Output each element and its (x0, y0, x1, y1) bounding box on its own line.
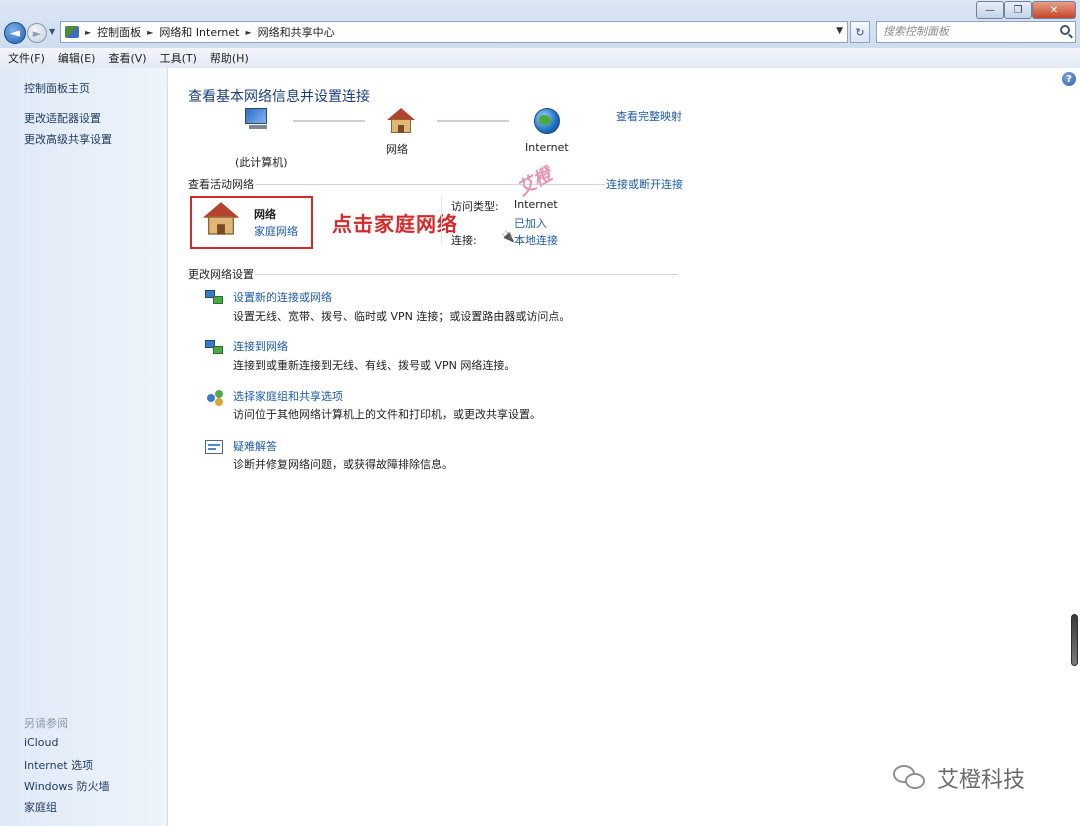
view-full-map-link[interactable]: 查看完整映射 (616, 108, 682, 124)
connection-line (437, 120, 509, 122)
divider (441, 196, 442, 244)
window-controls: — ❐ ✕ (976, 1, 1076, 19)
network-label: 网络 (386, 143, 408, 156)
computer-label: (此计算机) (235, 156, 288, 169)
local-connection-link[interactable]: 本地连接 (514, 232, 558, 248)
access-type-label: 访问类型: (451, 200, 499, 213)
connection-line (293, 120, 365, 122)
connect-network-icon (205, 338, 225, 356)
internet-globe-icon (534, 108, 560, 134)
main-content: ? 查看基本网络信息并设置连接 查看完整映射 (此计算机) 网络 Interne… (169, 68, 1080, 826)
computer-icon (245, 108, 271, 130)
homegroup-sharing-link[interactable]: 选择家庭组和共享选项 (233, 388, 343, 404)
menu-view[interactable]: 查看(V) (108, 50, 146, 66)
sidebar-item-internet-options[interactable]: Internet 选项 (24, 757, 93, 773)
forward-button[interactable]: ► (27, 23, 47, 43)
sidebar-item-windows-firewall[interactable]: Windows 防火墙 (24, 778, 110, 794)
home-network-icon[interactable] (202, 202, 240, 236)
network-name: 网络 (254, 208, 276, 221)
menu-edit[interactable]: 编辑(E) (58, 50, 96, 66)
new-connection-icon (205, 288, 225, 306)
network-house-icon (387, 108, 415, 134)
annotation-text: 点击家庭网络 (332, 212, 458, 236)
home-network-link[interactable]: 家庭网络 (254, 223, 298, 239)
breadcrumb-control-panel[interactable]: 控制面板 (97, 24, 141, 40)
sidebar: 控制面板主页 更改适配器设置 更改高级共享设置 另请参阅 iCloud Inte… (0, 68, 168, 826)
troubleshoot-link[interactable]: 疑难解答 (233, 438, 277, 454)
connection-label: 连接: (451, 234, 477, 247)
chevron-right-icon[interactable]: ► (147, 28, 153, 37)
sidebar-item-homegroup[interactable]: 家庭组 (24, 799, 57, 815)
close-button[interactable]: ✕ (1032, 1, 1076, 19)
address-dropdown-icon[interactable]: ▼ (836, 26, 843, 36)
menu-bar: 文件(F) 编辑(E) 查看(V) 工具(T) 帮助(H) (0, 48, 1080, 68)
refresh-button[interactable]: ↻ (850, 21, 870, 43)
access-type-value: Internet (514, 198, 558, 211)
address-bar[interactable]: ► 控制面板 ► 网络和 Internet ► 网络和共享中心 ▼ (60, 21, 848, 43)
breadcrumb-network-internet[interactable]: 网络和 Internet (159, 24, 239, 40)
search-icon[interactable] (1060, 25, 1070, 35)
sidebar-item-change-adapter-settings[interactable]: 更改适配器设置 (24, 110, 101, 126)
divider (255, 274, 678, 275)
menu-file[interactable]: 文件(F) (8, 50, 45, 66)
restore-button[interactable]: ❐ (1004, 1, 1032, 19)
search-input[interactable]: 搜索控制面板 (876, 21, 1076, 43)
chevron-right-icon[interactable]: ► (246, 28, 252, 37)
breadcrumb-network-sharing-center[interactable]: 网络和共享中心 (258, 24, 335, 40)
chevron-right-icon[interactable]: ► (85, 28, 91, 37)
task-description: 设置无线、宽带、拨号、临时或 VPN 连接；或设置路由器或访问点。 (233, 310, 571, 323)
scrollbar-thumb[interactable] (1071, 614, 1078, 666)
control-panel-icon (65, 26, 79, 38)
see-also-heading: 另请参阅 (24, 717, 68, 730)
setup-new-connection-link[interactable]: 设置新的连接或网络 (233, 289, 332, 305)
menu-tools[interactable]: 工具(T) (160, 50, 197, 66)
connect-to-network-link[interactable]: 连接到网络 (233, 338, 288, 354)
change-settings-heading: 更改网络设置 (188, 268, 254, 281)
brand-watermark: 艾橙科技 (893, 762, 1025, 794)
homegroup-sharing-icon (205, 388, 225, 406)
sidebar-item-icloud[interactable]: iCloud (24, 736, 58, 749)
ethernet-icon: 🔌 (501, 230, 515, 243)
watermark: 艾橙 (513, 164, 556, 201)
minimize-button[interactable]: — (976, 1, 1004, 19)
wechat-icon (893, 763, 929, 793)
active-networks-heading: 查看活动网络 (188, 178, 254, 191)
task-description: 连接到或重新连接到无线、有线、拨号或 VPN 网络连接。 (233, 359, 516, 372)
back-button[interactable]: ◄ (4, 22, 26, 44)
task-description: 访问位于其他网络计算机上的文件和打印机，或更改共享设置。 (233, 408, 541, 421)
recent-pages-dropdown[interactable]: ▼ (49, 27, 55, 36)
sidebar-item-control-panel-home[interactable]: 控制面板主页 (24, 80, 90, 96)
search-placeholder: 搜索控制面板 (883, 25, 949, 38)
troubleshoot-icon (205, 438, 225, 456)
menu-help[interactable]: 帮助(H) (210, 50, 249, 66)
sidebar-item-change-advanced-sharing[interactable]: 更改高级共享设置 (24, 131, 112, 147)
internet-label: Internet (525, 141, 569, 154)
homegroup-joined-link[interactable]: 已加入 (514, 215, 547, 231)
help-icon[interactable]: ? (1062, 72, 1076, 86)
task-description: 诊断并修复网络问题，或获得故障排除信息。 (233, 458, 453, 471)
connect-disconnect-link[interactable]: 连接或断开连接 (606, 176, 683, 192)
brand-text: 艾橙科技 (937, 768, 1026, 793)
page-title: 查看基本网络信息并设置连接 (188, 89, 370, 105)
